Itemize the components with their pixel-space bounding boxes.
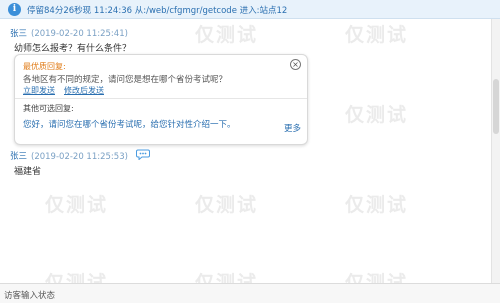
chat-scrollbar[interactable] xyxy=(491,19,500,283)
message-sender: 张三 xyxy=(10,29,28,39)
send-now-link[interactable]: 立即发送 xyxy=(23,85,55,96)
reply-suggestion-panel: × 最优质回复: 各地区有不同的规定，请问您是想在哪个省份考试呢？ 立即发送 修… xyxy=(14,54,308,145)
watermark-text: 仅测试 xyxy=(195,24,259,46)
close-icon[interactable]: × xyxy=(290,59,301,70)
more-replies-link[interactable]: 更多 xyxy=(284,122,301,134)
message-time: (2019-02-20 11:25:41) xyxy=(31,29,128,39)
watermark-text: 仅测试 xyxy=(345,194,409,216)
visitor-status-text: 停留84分26秒现 11:24:36 从:/web/cfgmgr/getcode… xyxy=(27,6,288,16)
message-time: (2019-02-20 11:25:53) xyxy=(31,151,128,162)
edit-and-send-link[interactable]: 修改后发送 xyxy=(64,85,104,96)
best-reply-text: 各地区有不同的规定，请问您是想在哪个省份考试呢？ xyxy=(23,75,228,85)
chat-bubble-icon[interactable] xyxy=(135,149,150,163)
visitor-input-status-bar: 访客输入状态 xyxy=(0,283,500,303)
other-reply-option[interactable]: 您好，请问您在哪个省份考试呢，给您针对性介绍一下。 xyxy=(23,118,236,130)
info-icon: i xyxy=(8,3,21,16)
message-header: 张三 (2019-02-20 11:25:41) xyxy=(10,27,128,39)
message-text: 幼师怎么报考？有什么条件？ xyxy=(14,44,132,54)
other-replies-label: 其他可选回复: xyxy=(23,104,74,113)
scrollbar-thumb[interactable] xyxy=(493,79,499,134)
watermark-text: 仅测试 xyxy=(345,24,409,46)
message-sender: 张三 xyxy=(10,151,28,162)
watermark-text: 仅测试 xyxy=(45,194,109,216)
message-text: 福建省 xyxy=(14,167,42,177)
watermark-text: 仅测试 xyxy=(345,104,409,126)
message-header: 张三 (2019-02-20 11:25:53) xyxy=(10,149,150,163)
watermark-text: 仅测试 xyxy=(195,194,259,216)
divider xyxy=(15,98,307,99)
best-reply-label: 最优质回复: xyxy=(23,62,66,71)
visitor-input-status-label: 访客输入状态 xyxy=(4,291,56,301)
visitor-status-bar: i 停留84分26秒现 11:24:36 从:/web/cfgmgr/getco… xyxy=(0,0,500,19)
